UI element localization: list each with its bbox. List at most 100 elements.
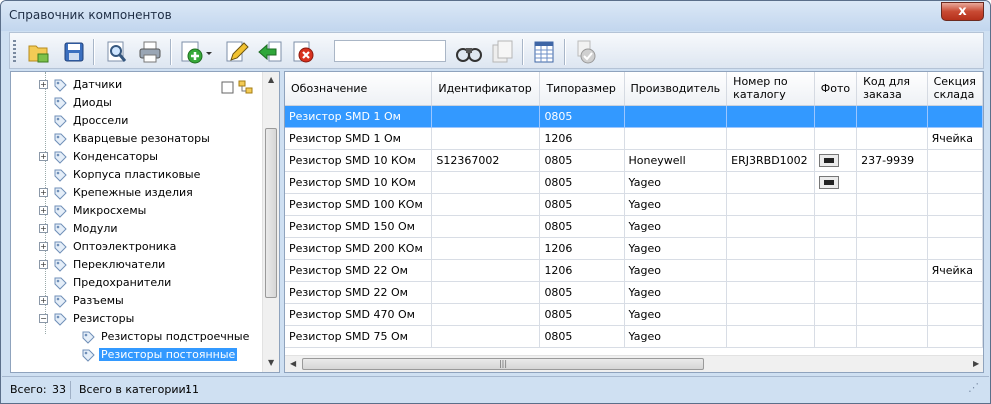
column-header[interactable]: Номер по каталогу — [726, 72, 815, 106]
cell-maker[interactable] — [624, 105, 728, 128]
tree-expander-icon[interactable]: + — [39, 188, 48, 197]
cell-catalog[interactable] — [726, 281, 815, 304]
cell-order[interactable] — [856, 193, 928, 216]
tree-expander-icon[interactable]: + — [39, 242, 48, 251]
cell-size[interactable]: 0805 — [539, 303, 625, 326]
search-input[interactable] — [334, 40, 446, 62]
column-header[interactable]: Производитель — [624, 72, 728, 106]
copy-icon[interactable] — [488, 38, 516, 66]
cell-name[interactable]: Резистор SMD 22 Ом — [285, 281, 433, 304]
photo-cell[interactable] — [814, 259, 858, 282]
table-row[interactable]: Резистор SMD 150 Ом 0805 Yageo — [285, 215, 983, 238]
cell-size[interactable]: 1206 — [539, 259, 625, 282]
cell-order[interactable] — [856, 259, 928, 282]
cell-section[interactable] — [927, 237, 983, 260]
cell-maker[interactable]: Yageo — [624, 303, 728, 326]
cell-id[interactable] — [431, 281, 541, 304]
column-header[interactable]: Код для заказа — [856, 72, 928, 106]
table-row[interactable]: Резистор SMD 200 КОм 1206 Yageo — [285, 237, 983, 260]
table-row[interactable]: Резистор SMD 10 КОм S12367002 0805 Honeywel… — [285, 149, 983, 172]
save-icon[interactable] — [60, 38, 88, 66]
cell-catalog[interactable]: ERJ3RBD1002 — [726, 149, 815, 172]
column-header[interactable]: Обозначение — [285, 72, 433, 106]
cell-maker[interactable]: Yageo — [624, 171, 728, 194]
cell-name[interactable]: Резистор SMD 1 Ом — [285, 127, 433, 150]
resize-grip-icon[interactable]: ⋰ — [968, 381, 979, 394]
column-header[interactable]: Идентификатор — [431, 72, 541, 106]
table-row[interactable]: Резистор SMD 100 КОм 0805 Yageo — [285, 193, 983, 216]
cell-order[interactable] — [856, 325, 928, 348]
cell-size[interactable]: 0805 — [539, 325, 625, 348]
tree-item[interactable]: Корпуса пластиковые — [11, 166, 261, 184]
tree-expander-icon[interactable]: + — [39, 296, 48, 305]
cell-section[interactable] — [927, 303, 983, 326]
photo-cell[interactable] — [814, 325, 858, 348]
tree-item[interactable]: Кварцевые резонаторы — [11, 130, 261, 148]
photo-cell[interactable] — [814, 149, 858, 172]
cell-section[interactable] — [927, 325, 983, 348]
toolbar-grip[interactable] — [13, 40, 16, 64]
cell-section[interactable] — [927, 193, 983, 216]
column-header[interactable]: Типоразмер — [539, 72, 625, 106]
scroll-down-arrow[interactable]: ▼ — [268, 358, 274, 367]
title-bar[interactable]: Справочник компонентов x — [1, 1, 990, 31]
tree-item[interactable]: + Конденсаторы — [11, 148, 261, 166]
cell-id[interactable] — [431, 193, 541, 216]
cell-name[interactable]: Резистор SMD 150 Ом — [285, 215, 433, 238]
tree-item[interactable]: + Разъемы — [11, 292, 261, 310]
find-binoculars-icon[interactable] — [454, 38, 482, 66]
photo-cell[interactable] — [814, 105, 858, 128]
cell-section[interactable] — [927, 171, 983, 194]
preview-icon[interactable] — [102, 38, 130, 66]
cell-name[interactable]: Резистор SMD 1 Ом — [285, 105, 433, 128]
cell-section[interactable] — [927, 105, 983, 128]
cell-size[interactable]: 0805 — [539, 215, 625, 238]
cell-catalog[interactable] — [726, 303, 815, 326]
table-icon[interactable] — [530, 38, 558, 66]
tree-item[interactable]: Предохранители — [11, 274, 261, 292]
import-icon[interactable] — [256, 38, 284, 66]
cell-order[interactable] — [856, 303, 928, 326]
cell-id[interactable] — [431, 127, 541, 150]
grid-hscrollbar[interactable]: ◀ ||| ▶ — [285, 355, 983, 372]
photo-cell[interactable] — [814, 281, 858, 304]
cell-catalog[interactable] — [726, 215, 815, 238]
cell-id[interactable] — [431, 259, 541, 282]
add-icon[interactable] — [178, 38, 212, 66]
tree-item[interactable]: + Микросхемы — [11, 202, 261, 220]
cell-section[interactable] — [927, 281, 983, 304]
cell-id[interactable] — [431, 171, 541, 194]
cell-name[interactable]: Резистор SMD 470 Ом — [285, 303, 433, 326]
cell-size[interactable]: 0805 — [539, 193, 625, 216]
tree-expander-icon[interactable]: − — [39, 314, 48, 323]
cell-id[interactable] — [431, 215, 541, 238]
photo-cell[interactable] — [814, 171, 858, 194]
resistor-photo-icon[interactable] — [818, 153, 839, 167]
table-row[interactable]: Резистор SMD 75 Ом 0805 Yageo — [285, 325, 983, 348]
cell-order[interactable] — [856, 127, 928, 150]
cell-maker[interactable]: Yageo — [624, 281, 728, 304]
photo-cell[interactable] — [814, 127, 858, 150]
resistor-photo-icon[interactable] — [818, 175, 839, 189]
tree-expander-icon[interactable]: + — [39, 224, 48, 233]
cell-catalog[interactable] — [726, 171, 815, 194]
table-row[interactable]: Резистор SMD 1 Ом 0805 — [285, 105, 983, 128]
cell-catalog[interactable] — [726, 237, 815, 260]
cell-section[interactable] — [927, 149, 983, 172]
cell-maker[interactable]: Honeywell — [624, 149, 728, 172]
column-header[interactable]: Секция склада — [927, 72, 983, 106]
tree-expander-icon[interactable]: + — [39, 206, 48, 215]
cell-size[interactable]: 0805 — [539, 149, 625, 172]
close-button[interactable]: x — [941, 2, 984, 21]
cell-catalog[interactable] — [726, 193, 815, 216]
cell-section[interactable] — [927, 215, 983, 238]
cell-section[interactable]: Ячейка — [927, 259, 983, 282]
photo-cell[interactable] — [814, 215, 858, 238]
cell-id[interactable] — [431, 105, 541, 128]
cell-name[interactable]: Резистор SMD 200 КОм — [285, 237, 433, 260]
cell-name[interactable]: Резистор SMD 10 КОм — [285, 149, 433, 172]
tree-expander-icon[interactable]: + — [39, 260, 48, 269]
scroll-up-arrow[interactable]: ▲ — [268, 75, 274, 84]
cell-order[interactable]: 237-9939 — [856, 149, 928, 172]
tree-expander-icon[interactable]: + — [39, 80, 48, 89]
